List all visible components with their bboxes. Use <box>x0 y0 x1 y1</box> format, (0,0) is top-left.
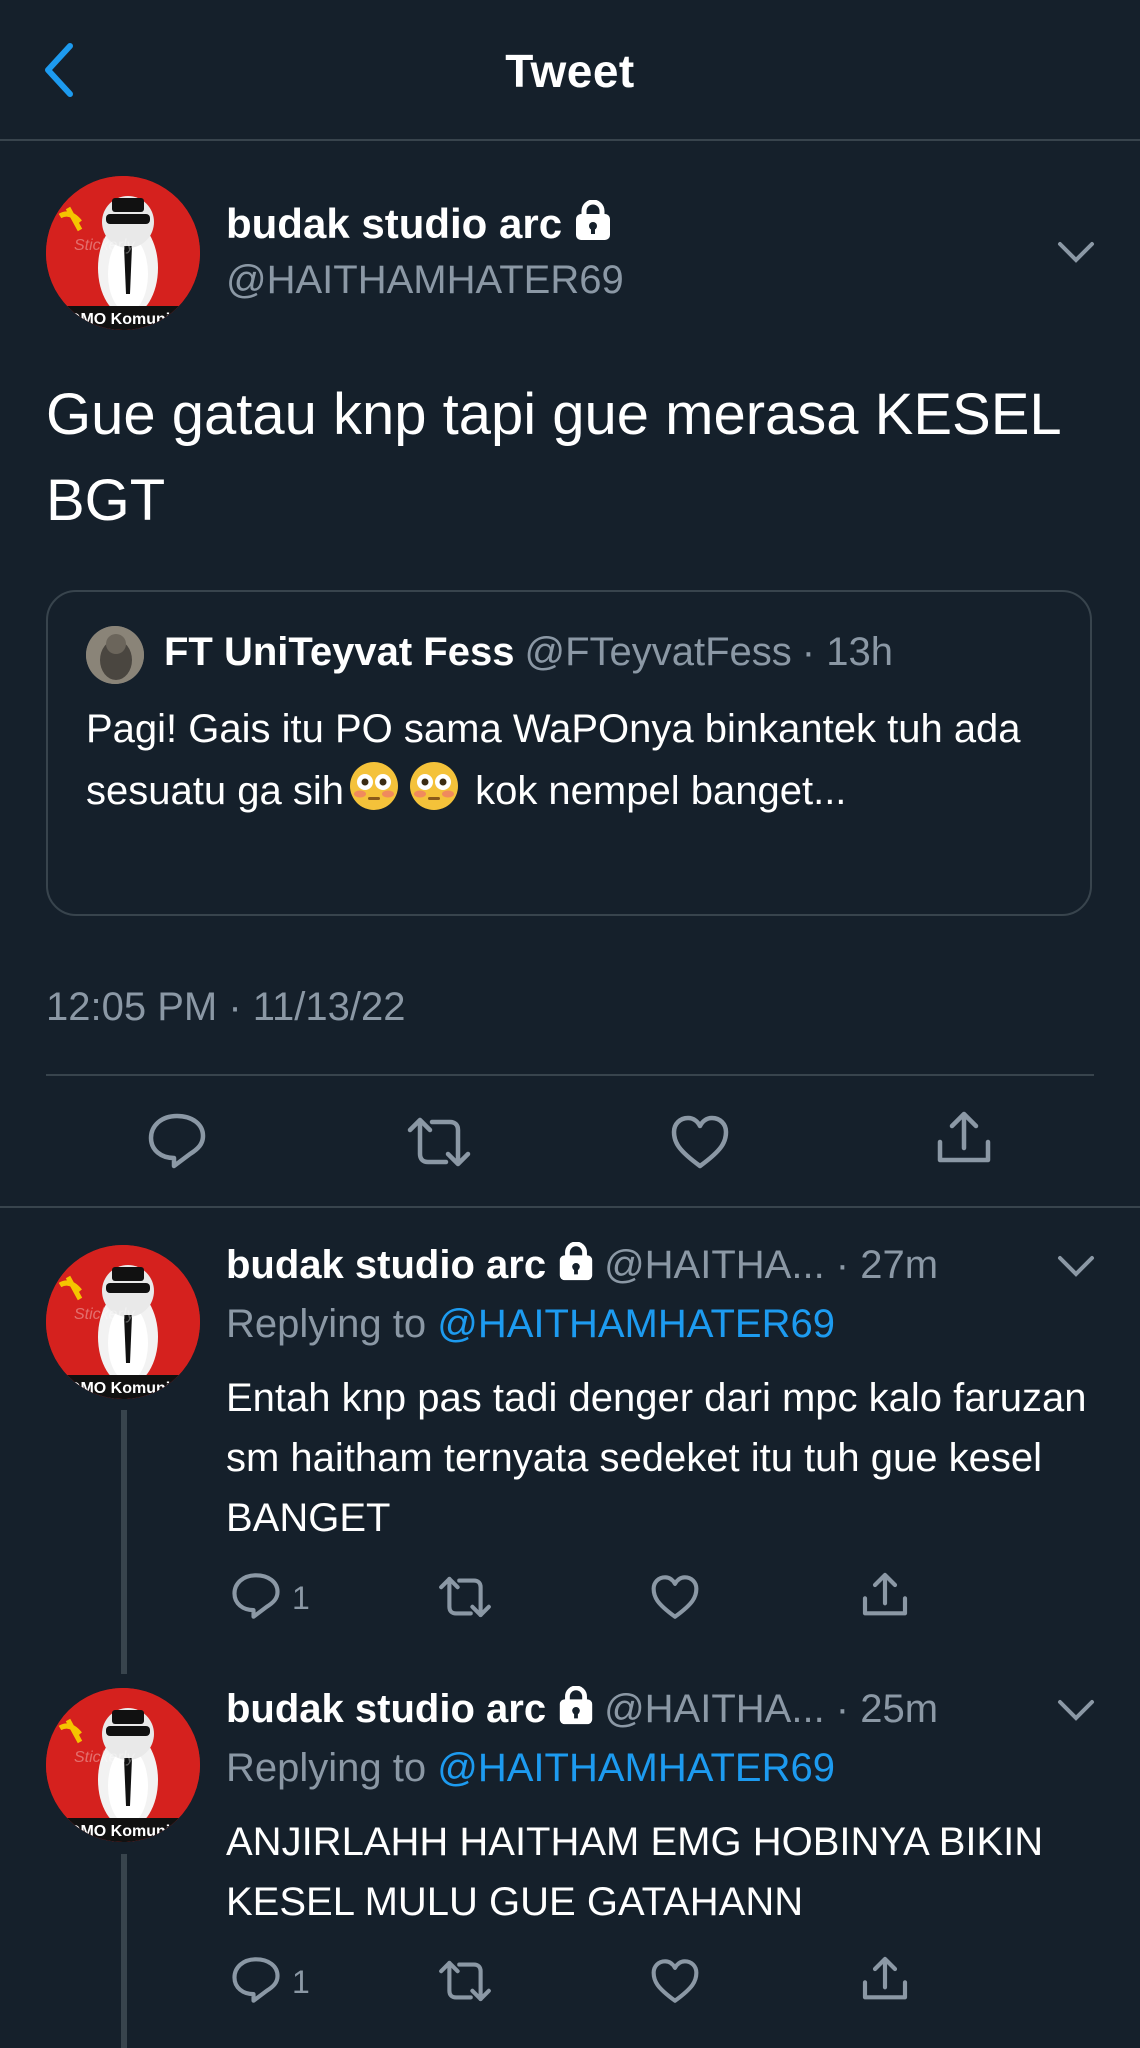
top-bar: Tweet <box>0 0 1140 141</box>
retweet-icon <box>439 1960 491 2002</box>
avatar-image: OMO Komuni Stickerly <box>46 176 200 330</box>
mention-link[interactable]: @HAITHAMHATER69 <box>437 1302 835 1346</box>
quoted-text-part2: kok nempel banget... <box>463 769 847 813</box>
reply-icon <box>232 1957 280 2003</box>
section-divider <box>0 1206 1140 1208</box>
avatar-text: OMO Komuni <box>68 1823 170 1840</box>
replying-label: Replying to <box>226 1746 427 1790</box>
chevron-down-icon <box>1058 1256 1094 1277</box>
retweet-icon <box>439 1576 491 1618</box>
like-button[interactable] <box>650 1574 700 1625</box>
chevron-down-icon <box>1058 242 1094 263</box>
quoted-author-name: FT UniTeyvat Fess <box>164 630 515 674</box>
chevron-down-icon <box>1058 1700 1094 1721</box>
tweet-timestamp: 12:05 PM · 11/13/22 <box>46 985 406 1029</box>
reply-author-name: budak studio arc <box>226 1243 547 1287</box>
quoted-tweet[interactable]: FT UniTeyvat Fess @FTeyvatFess · 13h Pagi!… <box>46 590 1092 916</box>
page-title: Tweet <box>505 45 635 97</box>
reply-button[interactable] <box>146 1112 208 1175</box>
share-icon <box>862 1572 908 1616</box>
avatar-watermark: Stickerly <box>74 1749 135 1766</box>
share-icon <box>862 1956 908 2000</box>
share-icon <box>937 1111 991 1163</box>
flushed-face-emoji-icon <box>349 762 398 810</box>
replying-label: Replying to <box>226 1302 427 1346</box>
thread-line <box>121 1854 127 2048</box>
share-button[interactable] <box>860 1954 910 2009</box>
author-handle[interactable]: @HAITHAMHATER69 <box>226 258 624 303</box>
share-button[interactable] <box>860 1570 910 1625</box>
reply-author[interactable]: budak studio arc @HAITHA... · 25m <box>226 1686 938 1732</box>
divider <box>46 1074 1094 1076</box>
reply-count: 1 <box>292 1964 310 2000</box>
avatar-text: OMO Komuni <box>68 311 170 328</box>
reply-icon <box>232 1573 280 1619</box>
reply-author-name: budak studio arc <box>226 1687 547 1731</box>
heart-icon <box>651 1575 699 1619</box>
tweet-text: Gue gatau knp tapi gue merasa KESEL BGT <box>46 382 1060 533</box>
retweet-button[interactable] <box>436 1574 494 1625</box>
reply-avatar[interactable]: OMO Komuni Stickerly <box>46 1245 200 1399</box>
reply-text: Entah knp pas tadi denger dari mpc kalo … <box>226 1376 1087 1540</box>
reply-meta: @HAITHA... · 25m <box>604 1687 939 1731</box>
reply-author[interactable]: budak studio arc @HAITHA... · 27m <box>226 1242 938 1288</box>
mention-link[interactable]: @HAITHAMHATER69 <box>437 1746 835 1790</box>
heart-icon <box>671 1115 729 1169</box>
lock-icon <box>559 1242 593 1281</box>
replying-to: Replying to @HAITHAMHATER69 <box>226 1302 835 1347</box>
reply-count: 1 <box>292 1580 310 1616</box>
quoted-avatar <box>86 626 144 684</box>
reply-text: ANJIRLAHH HAITHAM EMG HOBINYA BIKIN KESE… <box>226 1820 1044 1924</box>
reply-button[interactable] <box>230 1572 282 1625</box>
avatar-watermark: Stickerly <box>74 1306 135 1323</box>
quoted-handle: @FTeyvatFess <box>524 630 792 674</box>
reply-meta: @HAITHA... · 27m <box>604 1243 939 1287</box>
lock-icon <box>559 1686 593 1725</box>
replying-to: Replying to @HAITHAMHATER69 <box>226 1746 835 1791</box>
avatar-image: OMO Komuni Stickerly <box>46 1688 200 1842</box>
lock-icon <box>576 200 611 240</box>
avatar-text: OMO Komuni <box>68 1380 170 1397</box>
retweet-button[interactable] <box>404 1114 474 1175</box>
more-options-button[interactable] <box>1056 1254 1096 1278</box>
flushed-face-emoji-icon <box>409 762 458 810</box>
retweet-button[interactable] <box>436 1958 494 2009</box>
avatar[interactable]: OMO Komuni Stickerly <box>46 176 200 330</box>
reply-icon <box>148 1113 206 1169</box>
reply-button[interactable] <box>230 1956 282 2009</box>
reply-avatar[interactable]: OMO Komuni Stickerly <box>46 1688 200 1842</box>
thread-line <box>121 1410 127 1674</box>
quoted-time: · 13h <box>801 630 893 674</box>
quoted-author: FT UniTeyvat Fess @FTeyvatFess · 13h <box>164 630 893 675</box>
share-button[interactable] <box>934 1108 994 1173</box>
more-options-button[interactable] <box>1056 240 1096 264</box>
quoted-text: Pagi! Gais itu PO sama WaPOnya binkantek… <box>86 698 1046 822</box>
heart-icon <box>651 1959 699 2003</box>
avatar-watermark: Stickerly <box>74 237 135 254</box>
retweet-icon <box>407 1117 471 1167</box>
like-button[interactable] <box>670 1114 730 1175</box>
like-button[interactable] <box>650 1958 700 2009</box>
author-name-text: budak studio arc <box>226 200 563 247</box>
author-name[interactable]: budak studio arc <box>226 200 614 248</box>
more-options-button[interactable] <box>1056 1698 1096 1722</box>
avatar-image: OMO Komuni Stickerly <box>46 1245 200 1399</box>
